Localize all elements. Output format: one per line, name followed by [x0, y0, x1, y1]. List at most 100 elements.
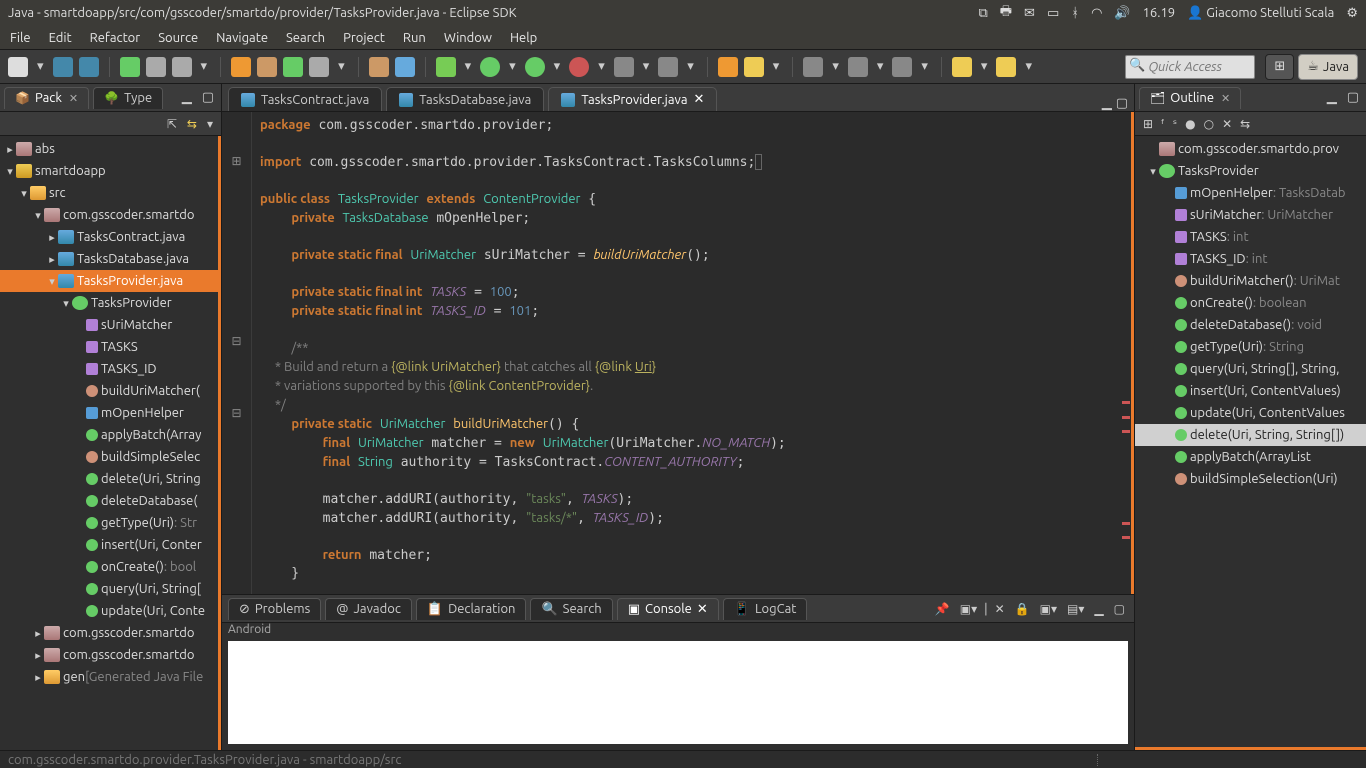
tree-item[interactable]: getType(Uri) : Str [0, 512, 218, 534]
link-outline-button[interactable]: ⇆ [1240, 117, 1250, 131]
menu-refactor[interactable]: Refactor [90, 31, 141, 45]
tree-item[interactable]: TASKS_ID [0, 358, 218, 380]
fold-icon[interactable]: ⊟ [231, 406, 241, 420]
tree-item[interactable]: ▸TasksDatabase.java [0, 248, 218, 270]
outline-tree[interactable]: com.gsscoder.smartdo.prov▾TasksProviderm… [1135, 136, 1366, 750]
tree-item[interactable]: ▾src [0, 182, 218, 204]
tab-problems[interactable]: ⊘ Problems [228, 598, 321, 620]
console-pin-button[interactable]: 📌 [935, 602, 950, 616]
dropbox-icon[interactable]: ⧉ [978, 6, 987, 21]
menu-source[interactable]: Source [158, 31, 198, 45]
tree-item[interactable]: update(Uri, Conte [0, 600, 218, 622]
open-task-button[interactable] [395, 57, 415, 77]
tree-item[interactable]: applyBatch(Array [0, 424, 218, 446]
run-last-button[interactable] [525, 57, 545, 77]
maximize-editor-button[interactable]: ▢ [1116, 96, 1128, 111]
forward-button[interactable] [996, 57, 1016, 77]
menu-help[interactable]: Help [510, 31, 537, 45]
next-annotation-button[interactable] [848, 57, 868, 77]
lint-button[interactable] [172, 57, 192, 77]
tree-item[interactable]: buildSimpleSelec [0, 446, 218, 468]
sort-button[interactable]: ⊞ [1143, 117, 1153, 131]
editor-tab-database[interactable]: TasksDatabase.java [386, 87, 544, 111]
save-button[interactable] [53, 57, 73, 77]
outline-item[interactable]: buildSimpleSelection(Uri) [1135, 468, 1366, 490]
close-icon[interactable]: ✕ [1221, 92, 1230, 105]
open-button[interactable] [718, 57, 738, 77]
editor-tab-provider[interactable]: TasksProvider.java ✕ [548, 87, 717, 111]
maximize-outline-button[interactable]: ▢ [1344, 90, 1362, 105]
debug-button[interactable] [436, 57, 456, 77]
user-menu[interactable]: 👤 Giacomo Stelluti Scala [1187, 6, 1334, 21]
tab-javadoc[interactable]: @ Javadoc [325, 598, 412, 620]
tree-item[interactable]: ▾com.gsscoder.smartdo [0, 204, 218, 226]
filter-public-button[interactable]: ● [1185, 117, 1195, 131]
filter-fields-button[interactable]: ᶠ [1161, 117, 1165, 131]
minimize-editor-button[interactable]: ▁ [1102, 96, 1112, 111]
close-icon[interactable]: ✕ [69, 92, 78, 105]
new-dropdown[interactable]: ▾ [34, 59, 47, 74]
new-class-button[interactable] [283, 57, 303, 77]
run-button[interactable] [480, 57, 500, 77]
new-task-button[interactable] [309, 57, 329, 77]
tab-type-hierarchy[interactable]: 🌳 Type [93, 87, 163, 109]
tree-item[interactable]: ▸com.gsscoder.smartdo [0, 622, 218, 644]
collapse-all-button[interactable]: ⇱ [167, 117, 177, 131]
fold-icon[interactable]: ⊞ [231, 154, 241, 168]
outline-item[interactable]: buildUriMatcher() : UriMat [1135, 270, 1366, 292]
link-editor-button[interactable]: ⇆ [187, 117, 197, 131]
tab-declaration[interactable]: 📋 Declaration [416, 598, 527, 620]
console-scroll-lock-button[interactable]: 🔒 [1015, 602, 1030, 616]
new-android-button[interactable] [231, 57, 251, 77]
view-menu-button[interactable]: ▾ [207, 117, 213, 131]
save-all-button[interactable] [79, 57, 99, 77]
new-package-button[interactable] [257, 57, 277, 77]
tab-console[interactable]: ▣ Console ✕ [617, 598, 719, 620]
minimize-view-button[interactable]: ▁ [179, 90, 195, 105]
tree-item[interactable]: mOpenHelper [0, 402, 218, 424]
outline-item[interactable]: ▾TasksProvider [1135, 160, 1366, 182]
outline-item[interactable]: TASKS : int [1135, 226, 1366, 248]
menu-edit[interactable]: Edit [49, 31, 72, 45]
team-button[interactable] [658, 57, 678, 77]
avd-manager-button[interactable] [146, 57, 166, 77]
wifi-icon[interactable]: ◠ [1091, 6, 1102, 21]
java-perspective-button[interactable]: ☕ Java [1298, 54, 1358, 80]
menu-project[interactable]: Project [343, 31, 385, 45]
outline-item[interactable]: getType(Uri) : String [1135, 336, 1366, 358]
quick-access-input[interactable] [1125, 55, 1255, 79]
code-editor[interactable]: ⊞ ⊟ ⊟ package com.gsscoder.smartdo.provi… [222, 112, 1134, 594]
outline-item[interactable]: sUriMatcher : UriMatcher [1135, 204, 1366, 226]
tab-package-explorer[interactable]: 📦 Pack ✕ [4, 87, 89, 109]
menu-navigate[interactable]: Navigate [216, 31, 268, 45]
tree-item[interactable]: insert(Uri, Conter [0, 534, 218, 556]
maximize-bottom-button[interactable]: ▢ [1114, 602, 1125, 616]
tree-item[interactable]: query(Uri, String[ [0, 578, 218, 600]
tree-item[interactable]: deleteDatabase( [0, 490, 218, 512]
console-clear-button[interactable]: ✕ [995, 602, 1005, 616]
outline-item[interactable]: com.gsscoder.smartdo.prov [1135, 138, 1366, 160]
volume-icon[interactable]: 🔊 [1114, 6, 1130, 21]
console-display-button[interactable]: ▣▾ [960, 602, 977, 616]
clock[interactable]: 16.19 [1143, 6, 1176, 20]
close-icon[interactable]: ✕ [694, 92, 705, 107]
tree-item[interactable]: ▾smartdoapp [0, 160, 218, 182]
outline-item[interactable]: query(Uri, String[], String, [1135, 358, 1366, 380]
open-type-button[interactable] [369, 57, 389, 77]
back-button[interactable] [952, 57, 972, 77]
minimize-outline-button[interactable]: ▁ [1324, 90, 1340, 105]
sdk-manager-button[interactable] [120, 57, 140, 77]
fold-icon[interactable]: ⊟ [231, 334, 241, 348]
outline-item[interactable]: deleteDatabase() : void [1135, 314, 1366, 336]
hide-non-public-button[interactable]: ✕ [1222, 117, 1232, 131]
search-button[interactable] [744, 57, 764, 77]
toggle-mark-button[interactable] [803, 57, 823, 77]
build-button[interactable] [614, 57, 634, 77]
menu-search[interactable]: Search [286, 31, 325, 45]
console-output[interactable] [228, 641, 1128, 744]
open-perspective-button[interactable]: ⊞ [1265, 54, 1294, 80]
outline-item[interactable]: TASKS_ID : int [1135, 248, 1366, 270]
bluetooth-icon[interactable]: ᚼ [1071, 6, 1079, 20]
console-new-button[interactable]: ▤▾ [1067, 602, 1084, 616]
tab-search[interactable]: 🔍 Search [530, 598, 612, 620]
